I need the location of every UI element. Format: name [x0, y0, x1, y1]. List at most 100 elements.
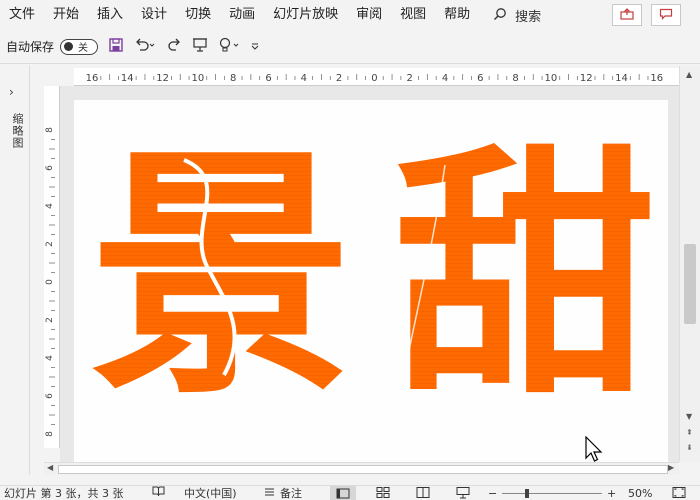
slide-counter: 幻灯片 第 3 张，共 3 张	[4, 487, 124, 500]
menu-insert[interactable]: 插入	[88, 0, 132, 30]
ruler-tick-label: 6	[45, 165, 55, 171]
search-icon	[493, 7, 507, 24]
undo-icon	[134, 37, 156, 56]
vertical-scrollbar[interactable]: ▲ ▼ ⇞ ⇟	[679, 66, 700, 462]
undo-button[interactable]	[134, 37, 156, 56]
reading-view-icon[interactable]	[416, 486, 430, 500]
scroll-right-arrow[interactable]: ▶	[668, 463, 674, 472]
redo-button[interactable]	[166, 37, 182, 56]
autosave-label: 自动保存	[6, 40, 55, 54]
menu-review[interactable]: 审阅	[347, 0, 391, 30]
present-icon	[192, 37, 208, 56]
ruler-tick-label: 2	[336, 73, 342, 84]
save-button[interactable]	[108, 37, 124, 56]
ruler-tick-label: 8	[45, 431, 55, 437]
slide-char-tian[interactable]: 甜	[394, 124, 656, 429]
share-button[interactable]	[612, 4, 642, 26]
lightbulb-icon	[218, 37, 240, 56]
quick-access-toolbar: 自动保存 关	[0, 30, 700, 64]
normal-view-icon	[336, 488, 350, 499]
zoom-slider-thumb[interactable]	[525, 489, 529, 498]
notes-icon	[265, 488, 274, 496]
thumbnail-pane: › 缩略图	[0, 65, 30, 475]
next-slide-arrow[interactable]: ⇟	[686, 443, 693, 452]
menu-file[interactable]: 文件	[0, 0, 44, 30]
zoom-level[interactable]: 50%	[628, 486, 652, 500]
comments-button[interactable]	[651, 4, 681, 26]
share-icon	[620, 7, 634, 23]
ruler-tick-label: 6	[477, 73, 483, 84]
menu-slideshow[interactable]: 幻灯片放映	[264, 0, 347, 30]
present-button[interactable]	[192, 37, 208, 56]
vertical-scroll-thumb[interactable]	[684, 244, 696, 324]
menu-bar: 文件 开始 插入 设计 切换 动画 幻灯片放映 审阅 视图 帮助 搜索	[0, 0, 700, 30]
horizontal-scroll-thumb[interactable]	[58, 465, 668, 474]
ruler-tick-label: 10	[192, 73, 205, 84]
slide[interactable]: 景 甜	[74, 100, 668, 462]
ruler-tick-label: 2	[407, 73, 413, 84]
ruler-tick-label: 2	[45, 241, 55, 247]
ruler-tick-label: 16	[86, 73, 99, 84]
save-icon	[108, 37, 124, 56]
chevron-right-icon[interactable]: ›	[9, 85, 14, 99]
normal-view-button[interactable]	[330, 486, 356, 500]
customize-icon	[250, 40, 260, 54]
ruler-tick-label: 14	[615, 73, 628, 84]
ruler-tick-label: 10	[545, 73, 558, 84]
ruler-tick-label: 12	[156, 73, 169, 84]
zoom-out-button[interactable]: −	[488, 486, 497, 500]
ruler-tick-label: 8	[512, 73, 518, 84]
menu-animations[interactable]: 动画	[220, 0, 264, 30]
ideas-button[interactable]	[218, 37, 240, 56]
scroll-left-arrow[interactable]: ◀	[47, 463, 53, 472]
slide-char-jing[interactable]: 景	[90, 124, 352, 429]
ruler-tick-label: 8	[45, 127, 55, 133]
autosave-toggle[interactable]: 关	[60, 38, 99, 55]
fit-slide-icon[interactable]	[672, 486, 686, 500]
ruler-tick-label: 4	[45, 203, 55, 209]
zoom-in-button[interactable]: +	[607, 486, 616, 500]
search-label: 搜索	[515, 9, 542, 25]
menu-design[interactable]: 设计	[132, 0, 176, 30]
slide-sorter-icon[interactable]	[376, 486, 390, 500]
thumbnails-label: 缩略图	[11, 113, 24, 149]
mouse-cursor-icon	[585, 435, 603, 467]
scroll-up-arrow[interactable]: ▲	[686, 70, 692, 79]
slide-canvas: 景 甜	[60, 86, 679, 462]
ruler-tick-label: 2	[45, 317, 55, 323]
vertical-ruler: 8 6 4 2 0 2 4 6 8	[44, 86, 60, 448]
redo-icon	[166, 37, 182, 56]
ruler-tick-label: 6	[45, 393, 55, 399]
ruler-tick-label: 4	[45, 355, 55, 361]
prev-slide-arrow[interactable]: ⇞	[686, 428, 693, 437]
menu-transitions[interactable]: 切换	[176, 0, 220, 30]
menu-view[interactable]: 视图	[391, 0, 435, 30]
customize-qat-button[interactable]	[250, 40, 260, 54]
zoom-slider[interactable]	[502, 486, 602, 500]
ruler-tick-label: 8	[230, 73, 236, 84]
autosave-state: 关	[78, 43, 89, 54]
ruler-tick-label: 12	[580, 73, 593, 84]
ruler-tick-label: 16	[650, 73, 663, 84]
ruler-tick-label: 14	[121, 73, 134, 84]
language-indicator[interactable]: 中文(中国)	[184, 486, 237, 500]
horizontal-ruler: 16 14 12 10 8 6 4 2 0 2 4 6 8 10 12 14 16	[74, 68, 679, 86]
notes-button[interactable]	[263, 486, 276, 500]
accessibility-icon[interactable]	[152, 486, 165, 500]
ruler-tick-label: 0	[45, 279, 55, 285]
status-bar: 幻灯片 第 3 张，共 3 张 中文(中国) 备注 − + 50%	[0, 485, 700, 500]
slide-char-2: 甜	[394, 124, 656, 429]
toggle-knob	[64, 42, 74, 51]
ruler-tick-label: 4	[442, 73, 448, 84]
slideshow-icon[interactable]	[456, 486, 470, 500]
horizontal-scrollbar[interactable]: ◀ ▶	[44, 462, 679, 475]
ruler-tick-label: 4	[301, 73, 307, 84]
menu-help[interactable]: 帮助	[435, 0, 479, 30]
comment-icon	[659, 8, 673, 23]
scroll-down-arrow[interactable]: ▼	[686, 412, 692, 421]
ruler-tick-label: 6	[265, 73, 271, 84]
notes-label[interactable]: 备注	[280, 486, 302, 500]
search-box[interactable]: 搜索	[493, 6, 541, 25]
menu-home[interactable]: 开始	[44, 0, 88, 30]
slide-char-1: 景	[90, 124, 352, 429]
